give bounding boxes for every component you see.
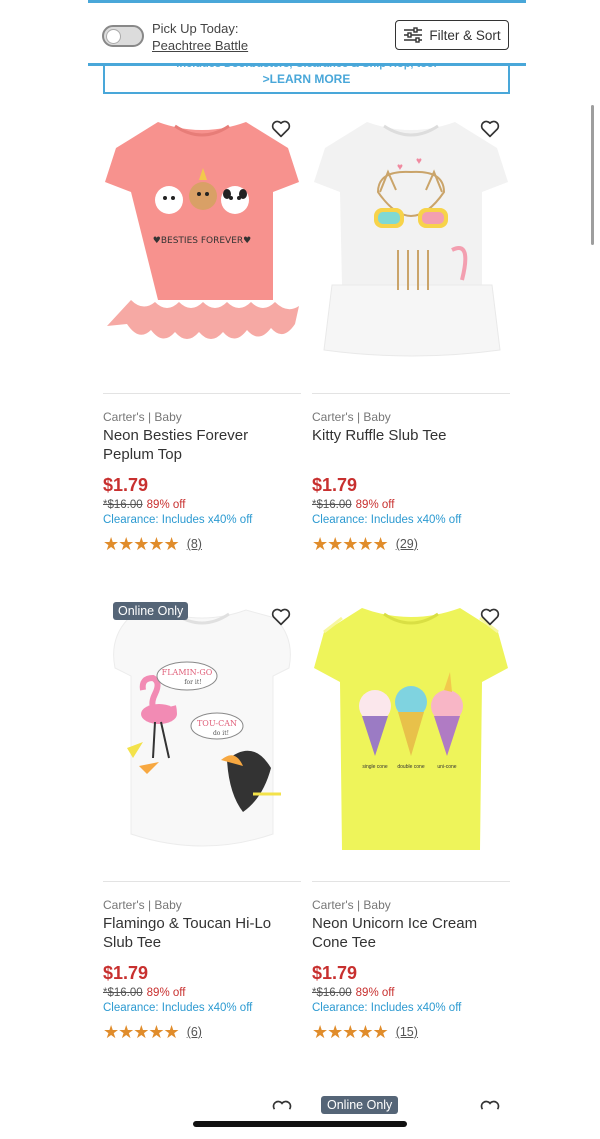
online-only-badge: Online Only: [113, 602, 189, 620]
product-name[interactable]: Flamingo & Toucan Hi-Lo Slub Tee: [103, 914, 299, 952]
bubble-subtext-1: for it!: [184, 679, 201, 686]
star-icon: ★★★★★: [312, 1022, 389, 1042]
filter-sort-label: Filter & Sort: [429, 27, 501, 43]
pickup-store-link[interactable]: Peachtree Battle: [152, 38, 248, 53]
star-icon: ★★★★★: [103, 534, 180, 554]
shirt-graphic-text: ♥BESTIES FOREVER♥: [153, 236, 251, 246]
original-price-row: *$16.00 89% off: [312, 499, 394, 511]
original-price: *$16.00: [103, 987, 143, 999]
learn-more-link[interactable]: >LEARN MORE: [105, 72, 508, 86]
discount-percent: 89% off: [146, 987, 186, 999]
home-indicator[interactable]: [193, 1121, 407, 1127]
product-image[interactable]: FLAMIN-GO for it! TOU-CAN do it! Online …: [103, 598, 301, 868]
review-count[interactable]: (29): [396, 537, 418, 551]
heart-icon[interactable]: [480, 1100, 500, 1110]
original-price: *$16.00: [312, 499, 352, 511]
heart-icon[interactable]: [480, 120, 500, 138]
product-image[interactable]: single cone double cone uni-cone: [312, 598, 510, 868]
svg-text:♥: ♥: [397, 162, 403, 173]
clearance-note: Clearance: Includes x40% off: [312, 1002, 462, 1014]
scrollbar[interactable]: [591, 105, 594, 245]
tshirt-image: ♥♥: [314, 122, 508, 357]
product-price: $1.79: [103, 963, 149, 983]
original-price: *$16.00: [312, 987, 352, 999]
tshirt-image: FLAMIN-GO for it! TOU-CAN do it!: [113, 609, 291, 847]
clearance-note: Clearance: Includes x40% off: [312, 514, 462, 526]
heart-icon[interactable]: [272, 1100, 292, 1110]
tshirt-image: ♥BESTIES FOREVER♥: [105, 122, 299, 339]
toggle-knob: [106, 29, 121, 44]
product-brand: Carter's | Baby: [103, 410, 182, 424]
cone-label: single cone: [362, 764, 388, 770]
pickup-toggle[interactable]: [102, 25, 144, 47]
original-price-row: *$16.00 89% off: [103, 987, 185, 999]
star-icon: ★★★★★: [103, 1022, 180, 1042]
heart-icon[interactable]: [480, 608, 500, 626]
product-image[interactable]: ♥ ♥: [312, 110, 510, 380]
product-price: $1.79: [312, 963, 358, 983]
sliders-icon: [404, 27, 423, 43]
rating[interactable]: ★★★★★ (29): [312, 535, 418, 553]
rating[interactable]: ★★★★★ (6): [103, 1023, 202, 1041]
bubble-text-1: FLAMIN-GO: [162, 668, 213, 677]
bubble-text-2: TOU-CAN: [197, 719, 237, 728]
clearance-note: Clearance: Includes x40% off: [103, 1002, 253, 1014]
pickup-label: Pick Up Today:: [152, 21, 239, 36]
discount-percent: 89% off: [355, 499, 395, 511]
card-divider: [103, 881, 301, 882]
review-count[interactable]: (15): [396, 1025, 418, 1039]
clearance-note: Clearance: Includes x40% off: [103, 514, 253, 526]
bubble-subtext-2: do it!: [213, 730, 229, 737]
review-count[interactable]: (8): [187, 537, 202, 551]
card-divider: [312, 881, 510, 882]
svg-text:♥: ♥: [416, 156, 422, 167]
online-only-badge: Online Only: [321, 1096, 399, 1114]
card-divider: [103, 393, 301, 394]
product-price: $1.79: [312, 475, 358, 495]
promo-banner[interactable]: *Includes Doorbusters, Clearance & Ship …: [103, 62, 510, 94]
discount-percent: 89% off: [146, 499, 186, 511]
product-price: $1.79: [103, 475, 149, 495]
product-brand: Carter's | Baby: [103, 898, 182, 912]
product-image[interactable]: ♥BESTIES FOREVER♥: [103, 110, 301, 380]
cone-label: uni-cone: [437, 764, 456, 770]
rating[interactable]: ★★★★★ (8): [103, 535, 202, 553]
original-price: *$16.00: [103, 499, 143, 511]
product-name[interactable]: Neon Besties Forever Peplum Top: [103, 426, 299, 464]
discount-percent: 89% off: [355, 987, 395, 999]
product-name[interactable]: Kitty Ruffle Slub Tee: [312, 426, 508, 445]
original-price-row: *$16.00 89% off: [103, 499, 185, 511]
rating[interactable]: ★★★★★ (15): [312, 1023, 418, 1041]
pickup-filter-bar: Pick Up Today: Peachtree Battle Filter &…: [88, 0, 526, 66]
review-count[interactable]: (6): [187, 1025, 202, 1039]
card-divider: [312, 393, 510, 394]
heart-icon[interactable]: [271, 608, 291, 626]
tshirt-image: single cone double cone uni-cone: [314, 608, 508, 850]
product-brand: Carter's | Baby: [312, 410, 391, 424]
filter-sort-button[interactable]: Filter & Sort: [395, 20, 509, 50]
product-brand: Carter's | Baby: [312, 898, 391, 912]
cone-label: double cone: [397, 764, 424, 770]
heart-icon[interactable]: [271, 120, 291, 138]
star-icon: ★★★★★: [312, 534, 389, 554]
product-name[interactable]: Neon Unicorn Ice Cream Cone Tee: [312, 914, 508, 952]
original-price-row: *$16.00 89% off: [312, 987, 394, 999]
